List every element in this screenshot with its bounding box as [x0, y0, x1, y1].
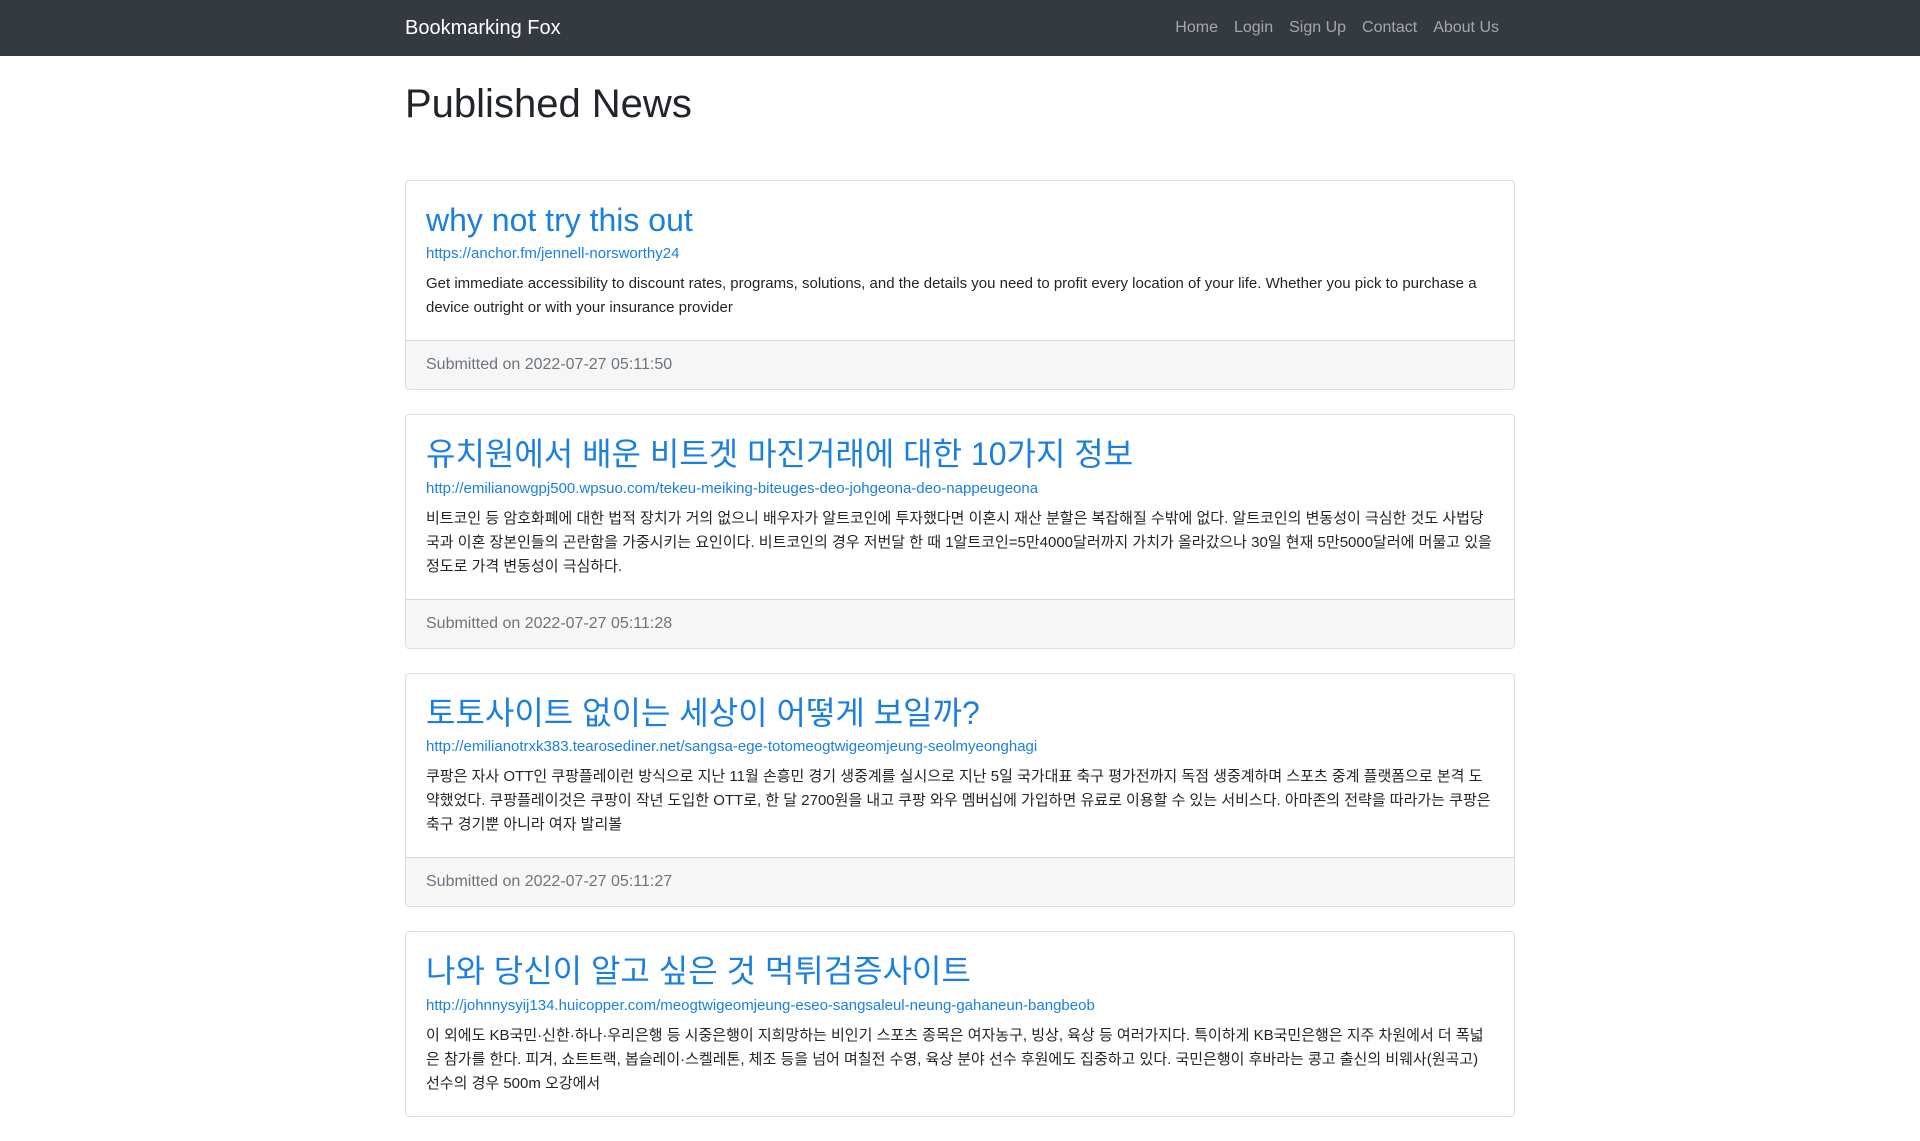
nav-login[interactable]: Login: [1226, 19, 1281, 37]
news-submitted-date: Submitted on 2022-07-27 05:11:50: [406, 340, 1514, 389]
brand-logo-link[interactable]: Bookmarking Fox: [405, 0, 561, 56]
news-card: why not try this out https://anchor.fm/j…: [405, 180, 1515, 391]
news-card-body: 토토사이트 없이는 세상이 어떻게 보일까? http://emilianotr…: [406, 674, 1514, 857]
news-title-link[interactable]: 나와 당신이 알고 싶은 것 먹튀검증사이트: [426, 952, 1494, 990]
page-title: Published News: [405, 82, 692, 126]
news-list: why not try this out https://anchor.fm/j…: [405, 180, 1515, 1117]
news-description: Get immediate accessibility to discount …: [426, 275, 1477, 317]
navbar: Bookmarking Fox Home Login Sign Up Conta…: [0, 0, 1920, 56]
news-url-link[interactable]: https://anchor.fm/jennell-norsworthy24: [426, 245, 1494, 262]
news-submitted-date: Submitted on 2022-07-27 05:11:27: [406, 857, 1514, 906]
news-url-link[interactable]: http://johnnysyij134.huicopper.com/meogt…: [426, 997, 1494, 1014]
news-url-link[interactable]: http://emilianowgpj500.wpsuo.com/tekeu-m…: [426, 480, 1494, 497]
nav-contact[interactable]: Contact: [1354, 19, 1425, 37]
news-submitted-date: Submitted on 2022-07-27 05:11:28: [406, 598, 1514, 648]
news-title-link[interactable]: 유치원에서 배운 비트겟 마진거래에 대한 10가지 정보: [426, 435, 1494, 473]
nav-about-us[interactable]: About Us: [1425, 19, 1507, 37]
news-card: 유치원에서 배운 비트겟 마진거래에 대한 10가지 정보 http://emi…: [405, 414, 1515, 649]
news-card-body: 유치원에서 배운 비트겟 마진거래에 대한 10가지 정보 http://emi…: [406, 415, 1514, 598]
news-card-body: why not try this out https://anchor.fm/j…: [406, 181, 1514, 340]
news-url-link[interactable]: http://emilianotrxk383.tearosediner.net/…: [426, 738, 1494, 755]
news-description: 쿠팡은 자사 OTT인 쿠팡플레이런 방식으로 지난 11월 손흥민 경기 생중…: [426, 768, 1491, 834]
nav-home[interactable]: Home: [1167, 19, 1226, 37]
news-title-link[interactable]: why not try this out: [426, 201, 1494, 239]
news-card: 나와 당신이 알고 싶은 것 먹튀검증사이트 http://johnnysyij…: [405, 931, 1515, 1117]
nav-links: Home Login Sign Up Contact About Us: [1167, 0, 1507, 56]
news-card-body: 나와 당신이 알고 싶은 것 먹튀검증사이트 http://johnnysyij…: [406, 932, 1514, 1115]
news-card: 토토사이트 없이는 세상이 어떻게 보일까? http://emilianotr…: [405, 672, 1515, 908]
main-content: Published News why not try this out http…: [405, 56, 1515, 1141]
news-title-link[interactable]: 토토사이트 없이는 세상이 어떻게 보일까?: [426, 694, 1494, 732]
news-description: 비트코인 등 암호화폐에 대한 법적 장치가 거의 없으니 배우자가 알트코인에…: [426, 509, 1492, 575]
nav-signup[interactable]: Sign Up: [1281, 19, 1354, 37]
news-description: 이 외에도 KB국민·신한·하나·우리은행 등 시중은행이 지희망하는 비인기 …: [426, 1026, 1484, 1092]
